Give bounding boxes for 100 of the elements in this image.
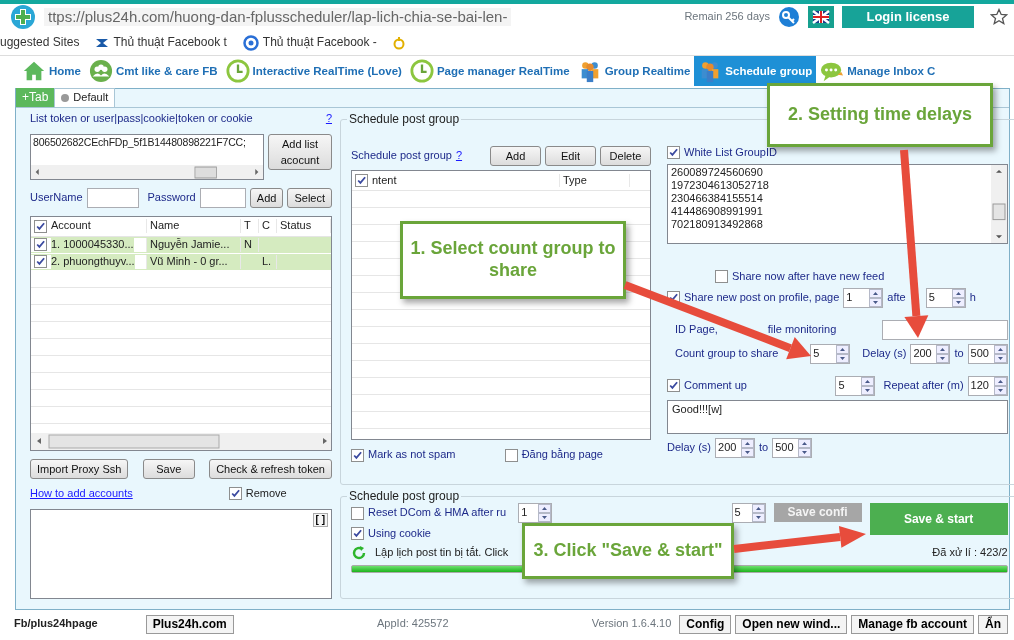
spin-arrows-icon[interactable] — [861, 376, 875, 395]
column-header: Name — [147, 219, 241, 234]
checkbox[interactable] — [715, 270, 728, 284]
how-to-link[interactable]: How to add accounts — [30, 486, 133, 501]
number-field[interactable]: 1 — [843, 287, 884, 308]
spin-arrows-icon[interactable] — [951, 288, 965, 307]
spin-arrows-icon[interactable] — [751, 504, 765, 522]
number-field[interactable]: 500 — [967, 343, 1008, 364]
check-icon — [352, 449, 363, 461]
star-icon[interactable] — [990, 8, 1008, 26]
option-label: Share new post on profile, page — [684, 290, 840, 305]
coin-icon — [392, 35, 405, 50]
clear-button[interactable]: [ ] — [312, 512, 328, 527]
field-label: List token or user|pass|cookie|token or cookie — [30, 112, 253, 126]
option-label: Reset DCom & HMA after ru — [368, 506, 507, 520]
number-field[interactable]: 200 — [715, 437, 755, 458]
processed-text: Đã xử lí : 423/2 — [932, 545, 1008, 560]
spin-arrows-icon[interactable] — [798, 438, 812, 457]
check-token-button[interactable]: Check & refresh token — [209, 458, 332, 479]
version-text: Version 1.6.4.10 — [591, 617, 672, 631]
comment-field[interactable]: Good!!![w] — [667, 399, 1008, 434]
option-label: Remove — [245, 486, 287, 501]
spin-arrows-icon[interactable] — [993, 344, 1007, 363]
logo-icon — [10, 4, 36, 30]
checkbox[interactable] — [34, 255, 47, 269]
flag-icon[interactable] — [808, 6, 834, 28]
spin-arrows-icon[interactable] — [993, 376, 1007, 395]
check-icon — [35, 256, 46, 268]
checkbox[interactable] — [504, 448, 518, 462]
spin-arrows-icon[interactable] — [869, 288, 883, 307]
table-cell: L. — [262, 254, 272, 267]
page-text: Fb/plus24hpage — [14, 617, 98, 631]
checkbox[interactable] — [351, 506, 364, 520]
spin-arrows-icon[interactable] — [538, 504, 552, 522]
app-id-text: AppId: 425572 — [377, 617, 449, 631]
checkbox[interactable] — [34, 219, 47, 233]
add-list-button[interactable]: Add list acocunt — [268, 133, 332, 170]
field-label: afte — [887, 290, 906, 305]
import-proxy-button[interactable]: Import Proxy Ssh — [30, 458, 129, 479]
nav-tab[interactable]: Home — [18, 56, 85, 86]
button[interactable]: Select — [287, 187, 332, 208]
button[interactable]: Edit — [545, 146, 596, 166]
button[interactable]: Config — [679, 614, 732, 634]
spin-arrows-icon[interactable] — [836, 344, 850, 363]
field-label: file monitoring — [767, 322, 837, 337]
number-field[interactable]: 500 — [772, 437, 813, 458]
checkbox[interactable] — [355, 174, 368, 187]
field-label: ID Page, — [675, 322, 718, 337]
password-field[interactable] — [199, 187, 246, 208]
bookmark-link[interactable]: Thủ thuật Facebook - — [262, 35, 377, 50]
spin-arrows-icon[interactable] — [741, 438, 754, 457]
button[interactable]: Ẩn — [978, 614, 1008, 634]
table-cell: Nguyễn Jamie... — [150, 237, 230, 250]
column-header: Type — [560, 173, 630, 188]
nav-tab[interactable]: Group Realtime — [573, 56, 695, 86]
number-field[interactable]: 5 — [925, 287, 966, 308]
button[interactable]: Manage fb account — [851, 614, 974, 634]
number-field[interactable]: 5 — [810, 343, 851, 364]
status-text: Lập lịch post tin bị tắt. Click — [375, 545, 509, 560]
scrollbar[interactable] — [31, 164, 263, 179]
id-page-field[interactable] — [881, 319, 1008, 340]
bookmark-link[interactable]: uggested Sites — [0, 35, 80, 50]
remain-text: Remain 256 days — [684, 10, 770, 24]
number-field[interactable]: 120 — [967, 375, 1008, 396]
checkbox[interactable] — [351, 527, 364, 541]
button[interactable]: Add — [490, 146, 542, 166]
nav-tab[interactable]: Manage Inbox C — [816, 56, 940, 86]
checkbox[interactable] — [351, 448, 364, 462]
clock-icon — [409, 59, 434, 83]
check-icon — [352, 528, 363, 540]
help-link[interactable]: ? — [455, 149, 463, 163]
check-icon — [668, 380, 679, 391]
nav-tab[interactable]: Page manager RealTime — [405, 56, 574, 86]
url-text[interactable]: ttps://plus24h.com/huong-dan-fplusscheduler/lap-lich-chia-se-bai-len- — [44, 7, 512, 27]
nav-tab[interactable]: Cmt like & care FB — [84, 56, 222, 86]
number-field[interactable]: 200 — [910, 343, 951, 364]
bookmark-link[interactable]: Thủ thuật Facebook t — [113, 35, 227, 50]
tab[interactable]: Default — [54, 88, 116, 107]
number-field[interactable]: 1 — [518, 503, 553, 523]
checkbox[interactable] — [667, 146, 680, 160]
option-label: Share now after have new feed — [732, 269, 885, 284]
number-field[interactable]: 5 — [835, 375, 876, 396]
callout: 2. Setting time delays — [767, 83, 993, 147]
spin-arrows-icon[interactable] — [936, 344, 950, 363]
checkbox[interactable] — [667, 379, 680, 392]
help-link[interactable]: ? — [325, 112, 332, 126]
save-button[interactable]: Save — [142, 458, 195, 479]
button[interactable]: Open new wind... — [735, 614, 848, 634]
key-icon[interactable] — [778, 6, 800, 28]
check-icon — [229, 488, 241, 500]
username-field[interactable] — [86, 187, 140, 208]
number-field[interactable]: 5 — [731, 503, 766, 523]
checkbox[interactable] — [228, 487, 242, 501]
site-button[interactable]: Plus24h.com — [145, 614, 234, 634]
button[interactable]: Delete — [600, 146, 651, 166]
token-field[interactable]: 806502682CEchFDp_5f1B14480898221F7CC; — [30, 133, 264, 180]
checkbox[interactable] — [34, 238, 47, 252]
field-label: to — [759, 440, 769, 455]
button[interactable]: Add — [249, 187, 284, 208]
nav-tab[interactable]: Interactive RealTime (Love) — [221, 56, 406, 86]
